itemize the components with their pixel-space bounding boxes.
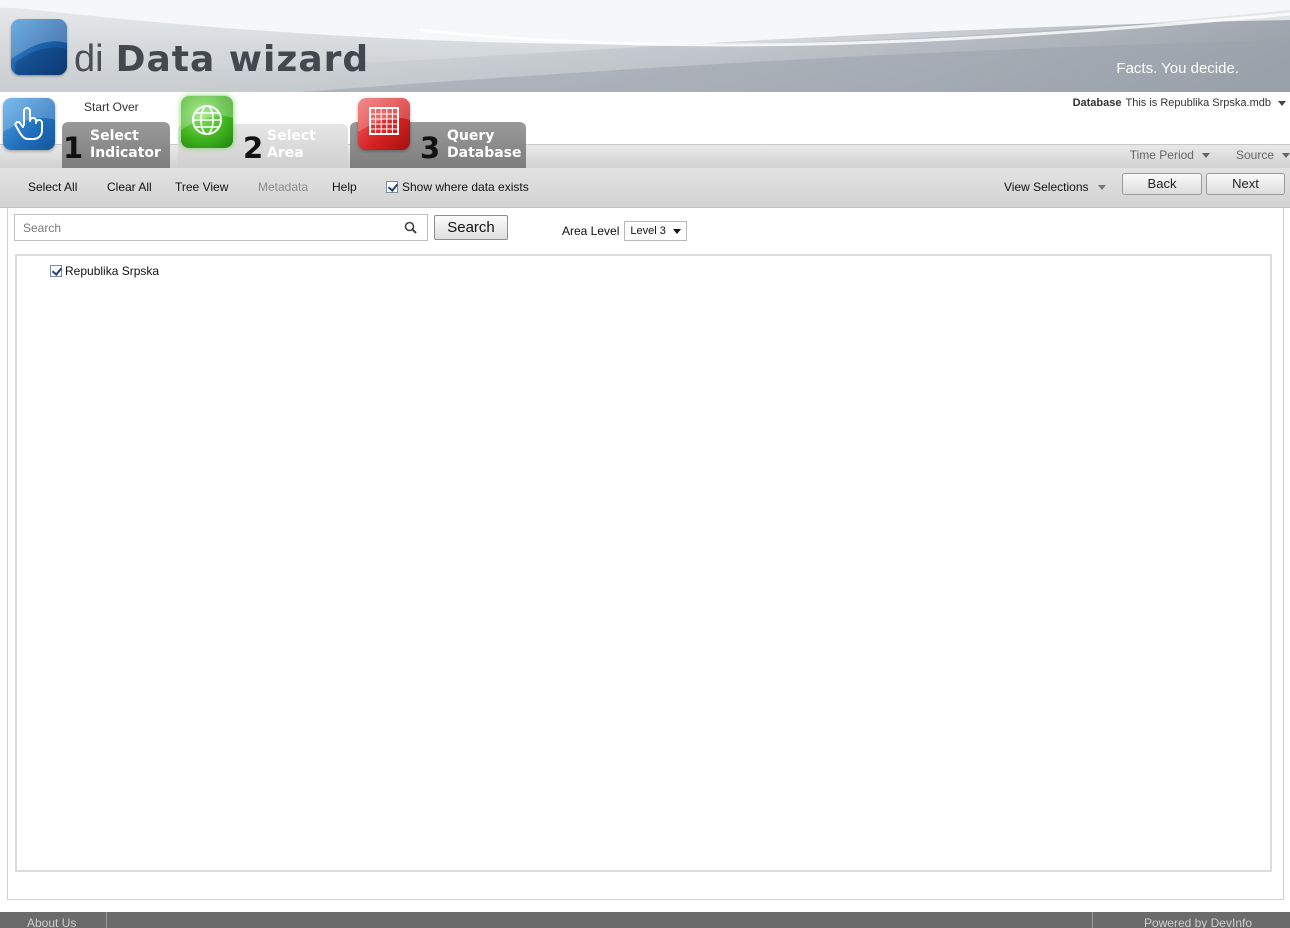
di-logo-icon — [11, 19, 67, 75]
search-icon[interactable] — [404, 221, 418, 235]
show-data-exists-toggle[interactable]: Show where data exists — [386, 180, 529, 194]
chevron-down-icon[interactable] — [1201, 153, 1210, 159]
chevron-down-icon[interactable] — [1278, 100, 1286, 106]
area-level-label: Area Level — [562, 224, 620, 238]
area-tree: Republika Srpska — [15, 254, 1272, 872]
database-label: Database — [1072, 97, 1122, 109]
clear-all-button[interactable]: Clear All — [107, 180, 152, 194]
footer: About Us Powered by DevInfo — [0, 912, 1290, 928]
time-period-menu[interactable]: Time Period — [1130, 148, 1210, 162]
step-label: Select Indicator — [90, 128, 161, 162]
database-selector[interactable]: Database This is Republika Srpska.mdb — [1073, 97, 1286, 109]
chevron-down-icon[interactable] — [1097, 185, 1106, 191]
hand-pointer-icon[interactable] — [3, 98, 55, 150]
metadata-button: Metadata — [258, 180, 309, 194]
next-button[interactable]: Next — [1206, 173, 1285, 195]
back-button[interactable]: Back — [1122, 173, 1202, 195]
view-selections-label[interactable]: View Selections — [1004, 180, 1089, 194]
step-label-line2: Database — [447, 145, 522, 161]
time-period-label[interactable]: Time Period — [1130, 148, 1194, 162]
database-name[interactable]: This is Republika Srpska.mdb — [1125, 97, 1271, 109]
tagline: Facts. You decide. — [1116, 60, 1239, 77]
step-number: 2 — [243, 131, 264, 165]
area-level-control: Area Level Level 3 — [562, 221, 687, 241]
toolbar: Select All Clear All Tree View Metadata … — [0, 168, 1290, 208]
source-menu[interactable]: Source — [1236, 148, 1290, 162]
step-number: 1 — [63, 131, 84, 165]
help-button[interactable]: Help — [332, 180, 357, 194]
select-all-button[interactable]: Select All — [28, 180, 77, 194]
chevron-down-icon[interactable] — [1282, 153, 1290, 159]
source-label[interactable]: Source — [1236, 148, 1274, 162]
brand-name: Data wizard — [115, 39, 370, 80]
about-us-link[interactable]: About Us — [0, 912, 107, 928]
step-number: 3 — [420, 131, 441, 165]
step-label-line1: Query — [447, 128, 495, 144]
tree-item-label[interactable]: Republika Srpska — [65, 264, 159, 278]
step-label-line1: Select — [267, 128, 316, 144]
app-brand: di Data wizard — [74, 38, 369, 82]
chevron-down-icon[interactable] — [672, 228, 681, 234]
tree-item[interactable]: Republika Srpska — [50, 264, 159, 278]
step-label-line2: Area — [267, 145, 304, 161]
show-data-exists-label[interactable]: Show where data exists — [402, 180, 529, 194]
header-banner: di Data wizard Facts. You decide. — [0, 0, 1290, 92]
view-selections-menu[interactable]: View Selections — [1004, 180, 1106, 194]
tree-view-button[interactable]: Tree View — [175, 180, 228, 194]
grid-table-icon[interactable] — [358, 98, 410, 150]
step-label: Query Database — [447, 128, 522, 162]
area-selection-panel: Search Area Level Level 3 Republika Srps… — [7, 208, 1284, 900]
checkbox-checked-icon[interactable] — [50, 265, 62, 277]
step-label-line2: Indicator — [90, 145, 161, 161]
globe-icon[interactable] — [181, 96, 233, 148]
filter-menus: Time Period Source — [1130, 148, 1290, 162]
step-label: Select Area — [267, 128, 316, 162]
search-button[interactable]: Search — [434, 215, 508, 240]
search-input[interactable] — [15, 215, 395, 240]
search-box[interactable] — [14, 214, 428, 241]
step-label-line1: Select — [90, 128, 139, 144]
checkbox-checked-icon[interactable] — [386, 181, 398, 193]
powered-by-text: Powered by DevInfo — [1092, 912, 1290, 928]
area-level-value[interactable]: Level 3 — [630, 222, 665, 240]
start-over-link[interactable]: Start Over — [84, 100, 139, 114]
brand-prefix: di — [74, 38, 104, 80]
area-level-select[interactable]: Level 3 — [624, 221, 687, 241]
